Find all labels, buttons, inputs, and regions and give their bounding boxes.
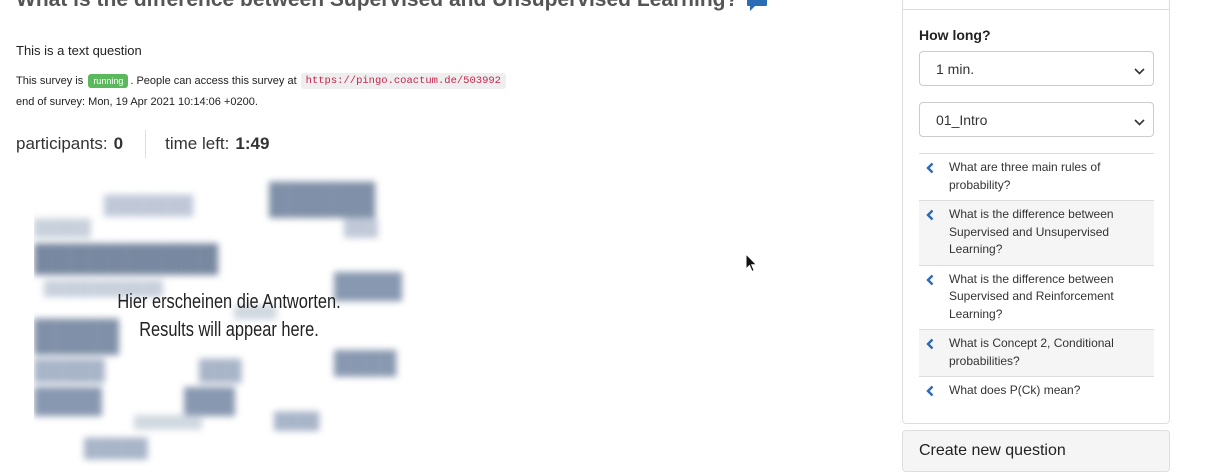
chevron-down-icon [1134, 64, 1145, 75]
results-word-cloud: █████ ███████ █████ ██████████ ███ ████ … [34, 175, 424, 470]
comment-icon[interactable] [746, 0, 768, 12]
question-list-item[interactable]: What are three main rules of probability… [919, 154, 1154, 201]
results-placeholder-en: Results will appear here. [139, 319, 319, 341]
question-type: This is a text question [16, 43, 142, 58]
time-left-stat: time left: 1:49 [165, 134, 269, 154]
question-list-item-text: What is the difference between Supervise… [949, 207, 1114, 256]
duration-select[interactable]: 1 min. [919, 51, 1154, 86]
create-new-question-button[interactable]: Create new question [902, 430, 1170, 472]
stats-divider [145, 130, 147, 158]
survey-stats: participants: 0 time left: 1:49 [16, 130, 269, 158]
results-placeholder-message: Hier erscheinen die Antworten. Results w… [69, 288, 389, 344]
question-list-item[interactable]: What is Concept 2, Conditional probabili… [919, 330, 1154, 377]
chevron-left-icon [925, 209, 935, 221]
question-list: What are three main rules of probability… [919, 153, 1154, 406]
question-title-text: What is the difference between Supervise… [16, 0, 738, 12]
results-placeholder-de: Hier erscheinen die Antworten. [117, 291, 341, 313]
question-title: What is the difference between Supervise… [16, 0, 768, 12]
question-list-item[interactable]: What is the difference between Supervise… [919, 201, 1154, 266]
chevron-left-icon [925, 338, 935, 350]
chevron-left-icon [925, 385, 935, 397]
question-list-item-text: What are three main rules of probability… [949, 160, 1101, 192]
tag-select-value: 01_Intro [936, 111, 988, 128]
participants-stat: participants: 0 [16, 134, 123, 154]
question-list-item-text: What does P(Ck) mean? [949, 383, 1081, 397]
status-prefix: This survey is [16, 75, 84, 87]
chevron-left-icon [925, 274, 935, 286]
duration-select-value: 1 min. [936, 60, 975, 77]
question-list-item[interactable]: What is the difference between Supervise… [919, 266, 1154, 330]
time-left-value: 1:49 [235, 134, 270, 153]
status-badge: running [88, 74, 129, 88]
survey-main: What is the difference between Supervise… [16, 0, 886, 474]
tag-select[interactable]: 01_Intro [919, 102, 1154, 137]
status-suffix: . People can access this survey at [130, 75, 297, 87]
mouse-cursor-icon [745, 252, 759, 273]
question-list-item-text: What is Concept 2, Conditional probabili… [949, 336, 1114, 368]
survey-status-line: This survey is running . People can acce… [16, 73, 506, 89]
how-long-label: How long? [919, 27, 991, 43]
survey-end-time: end of survey: Mon, 19 Apr 2021 10:14:06… [16, 96, 258, 108]
question-settings-panel: How long? 1 min. 01_Intro What are three… [902, 0, 1170, 424]
panel-divider [903, 9, 1169, 10]
time-left-label: time left: [165, 134, 230, 153]
survey-url[interactable]: https://pingo.coactum.de/503992 [300, 73, 506, 89]
participants-count: 0 [113, 134, 124, 153]
question-list-item-text: What is the difference between Supervise… [949, 271, 1114, 321]
participants-label: participants: [16, 134, 108, 153]
question-list-item[interactable]: What does P(Ck) mean? [919, 377, 1154, 406]
chevron-down-icon [1134, 115, 1145, 126]
chevron-left-icon [925, 162, 935, 174]
